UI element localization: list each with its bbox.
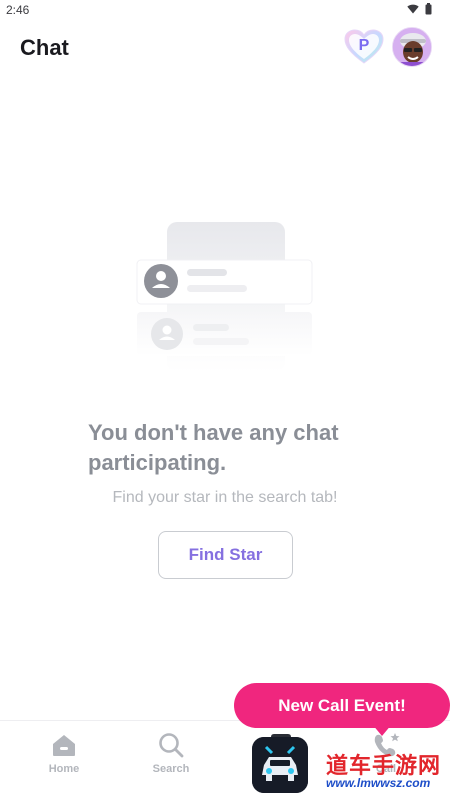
watermark-url: www.lmwwsz.com <box>326 776 431 790</box>
page-title: Chat <box>20 35 69 60</box>
nav-label-home: Home <box>48 763 80 775</box>
header: Chat P <box>0 20 450 76</box>
nav-label-search: Search <box>152 763 190 775</box>
status-bar: 2:46 <box>0 0 450 20</box>
status-time: 2:46 <box>6 3 30 17</box>
find-star-button[interactable]: Find Star <box>158 531 293 579</box>
search-icon <box>159 733 184 758</box>
empty-chat-illustration <box>135 220 320 385</box>
empty-state-hint: Find your star in the search tab! <box>112 489 338 506</box>
chat-list-illustration <box>136 222 313 372</box>
status-icons <box>407 3 432 15</box>
nav-item-home[interactable]: Home <box>29 731 99 775</box>
avatar[interactable] <box>392 27 432 67</box>
empty-state-title: You don't have any chat participating. <box>88 420 339 475</box>
wifi-icon <box>407 4 419 14</box>
avatar-image <box>393 28 431 66</box>
points-badge[interactable]: P <box>344 29 384 65</box>
car-logo-icon <box>252 737 308 793</box>
watermark-logo <box>252 737 308 793</box>
nav-item-search[interactable]: Search <box>136 731 206 775</box>
home-icon <box>53 735 75 756</box>
banner-tail <box>372 724 392 736</box>
points-badge-letter: P <box>358 37 370 54</box>
battery-icon <box>425 3 432 15</box>
new-call-event-banner[interactable]: New Call Event! <box>234 683 450 728</box>
